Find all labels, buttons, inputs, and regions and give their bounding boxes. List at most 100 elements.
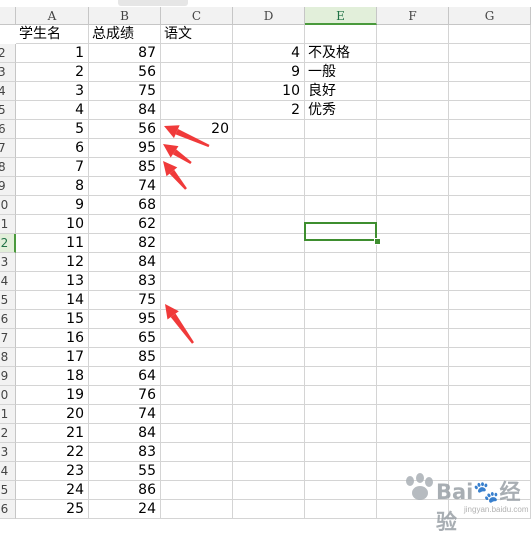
cell-e25[interactable]	[305, 481, 377, 500]
row-header-20[interactable]: 20	[0, 386, 16, 405]
cell-g14[interactable]	[449, 272, 531, 291]
cell-c1[interactable]: 语文	[161, 25, 233, 44]
cell-c26[interactable]	[161, 500, 233, 519]
cell-f6[interactable]	[377, 120, 449, 139]
cell-d6[interactable]	[233, 120, 305, 139]
cell-d14[interactable]	[233, 272, 305, 291]
cell-f5[interactable]	[377, 101, 449, 120]
cell-b24[interactable]: 55	[89, 462, 161, 481]
cell-b21[interactable]: 74	[89, 405, 161, 424]
cell-f9[interactable]	[377, 177, 449, 196]
cell-f16[interactable]	[377, 310, 449, 329]
cell-e18[interactable]	[305, 348, 377, 367]
cell-d12[interactable]	[233, 234, 305, 253]
row-header-9[interactable]: 9	[0, 177, 16, 196]
cell-f17[interactable]	[377, 329, 449, 348]
cell-f7[interactable]	[377, 139, 449, 158]
cell-a6[interactable]: 5	[16, 120, 89, 139]
cell-a8[interactable]: 7	[16, 158, 89, 177]
cell-d25[interactable]	[233, 481, 305, 500]
cell-d24[interactable]	[233, 462, 305, 481]
cell-g22[interactable]	[449, 424, 531, 443]
row-header-6[interactable]: 6	[0, 120, 16, 139]
cell-b23[interactable]: 83	[89, 443, 161, 462]
cell-a17[interactable]: 16	[16, 329, 89, 348]
cell-b19[interactable]: 64	[89, 367, 161, 386]
row-header-22[interactable]: 22	[0, 424, 16, 443]
cell-a7[interactable]: 6	[16, 139, 89, 158]
cell-g6[interactable]	[449, 120, 531, 139]
column-header-b[interactable]: B	[89, 7, 161, 25]
cell-a20[interactable]: 19	[16, 386, 89, 405]
cell-d9[interactable]	[233, 177, 305, 196]
cell-e13[interactable]	[305, 253, 377, 272]
cell-a2[interactable]: 1	[16, 44, 89, 63]
cell-f22[interactable]	[377, 424, 449, 443]
cell-g15[interactable]	[449, 291, 531, 310]
cell-c8[interactable]	[161, 158, 233, 177]
cell-a5[interactable]: 4	[16, 101, 89, 120]
fill-handle[interactable]	[374, 238, 381, 245]
cell-b11[interactable]: 62	[89, 215, 161, 234]
cell-e1[interactable]	[305, 25, 377, 44]
cell-c15[interactable]	[161, 291, 233, 310]
cell-e16[interactable]	[305, 310, 377, 329]
cell-f4[interactable]	[377, 82, 449, 101]
row-header-12[interactable]: 12	[0, 234, 16, 253]
cell-b26[interactable]: 24	[89, 500, 161, 519]
cell-a26[interactable]: 25	[16, 500, 89, 519]
cell-a19[interactable]: 18	[16, 367, 89, 386]
cell-c5[interactable]	[161, 101, 233, 120]
cell-f3[interactable]	[377, 63, 449, 82]
cell-f10[interactable]	[377, 196, 449, 215]
cell-e9[interactable]	[305, 177, 377, 196]
row-header-16[interactable]: 16	[0, 310, 16, 329]
cell-d13[interactable]	[233, 253, 305, 272]
cell-c7[interactable]	[161, 139, 233, 158]
cell-f21[interactable]	[377, 405, 449, 424]
cell-g1[interactable]	[449, 25, 531, 44]
cell-c19[interactable]	[161, 367, 233, 386]
cell-e19[interactable]	[305, 367, 377, 386]
cell-e14[interactable]	[305, 272, 377, 291]
cell-g12[interactable]	[449, 234, 531, 253]
cell-a4[interactable]: 3	[16, 82, 89, 101]
cell-b9[interactable]: 74	[89, 177, 161, 196]
cell-c25[interactable]	[161, 481, 233, 500]
column-header-g[interactable]: G	[449, 7, 531, 25]
row-header-4[interactable]: 4	[0, 82, 16, 101]
column-header-c[interactable]: C	[161, 7, 233, 25]
cell-b14[interactable]: 83	[89, 272, 161, 291]
row-header-11[interactable]: 11	[0, 215, 16, 234]
cell-c21[interactable]	[161, 405, 233, 424]
cell-c22[interactable]	[161, 424, 233, 443]
cell-c6[interactable]: 20	[161, 120, 233, 139]
cell-g19[interactable]	[449, 367, 531, 386]
row-header-5[interactable]: 5	[0, 101, 16, 120]
column-header-a[interactable]: A	[16, 7, 89, 25]
cell-c17[interactable]	[161, 329, 233, 348]
cell-d2[interactable]: 4	[233, 44, 305, 63]
cell-c12[interactable]	[161, 234, 233, 253]
cell-d1[interactable]	[233, 25, 305, 44]
cell-d11[interactable]	[233, 215, 305, 234]
cell-a24[interactable]: 23	[16, 462, 89, 481]
cell-b12[interactable]: 82	[89, 234, 161, 253]
row-header-17[interactable]: 17	[0, 329, 16, 348]
cell-e5[interactable]: 优秀	[305, 101, 377, 120]
cell-g3[interactable]	[449, 63, 531, 82]
cell-b20[interactable]: 76	[89, 386, 161, 405]
cell-e7[interactable]	[305, 139, 377, 158]
cell-e24[interactable]	[305, 462, 377, 481]
cell-g18[interactable]	[449, 348, 531, 367]
cell-a10[interactable]: 9	[16, 196, 89, 215]
row-header-14[interactable]: 14	[0, 272, 16, 291]
cell-g5[interactable]	[449, 101, 531, 120]
cell-e17[interactable]	[305, 329, 377, 348]
cell-c23[interactable]	[161, 443, 233, 462]
cell-g10[interactable]	[449, 196, 531, 215]
cell-a3[interactable]: 2	[16, 63, 89, 82]
cell-g20[interactable]	[449, 386, 531, 405]
cell-a23[interactable]: 22	[16, 443, 89, 462]
cell-g17[interactable]	[449, 329, 531, 348]
